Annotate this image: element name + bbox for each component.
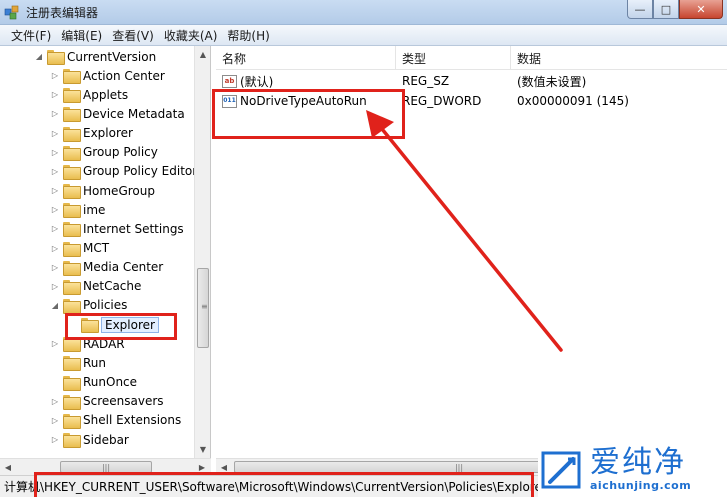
annotation-arrow xyxy=(366,110,563,352)
brand-name: 爱纯净 xyxy=(590,445,686,480)
watermark: 爱纯净 aichunjing.com xyxy=(538,442,727,497)
brand-url: aichunjing.com xyxy=(590,479,692,492)
brand-logo-icon xyxy=(541,451,581,488)
